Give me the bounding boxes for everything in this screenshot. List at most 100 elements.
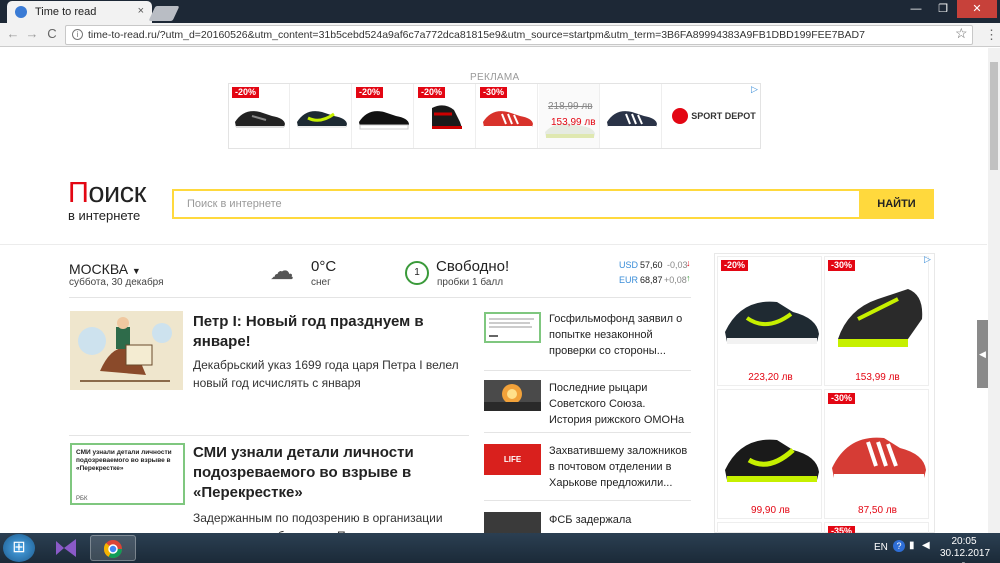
visual-studio-taskbar-icon[interactable] bbox=[46, 535, 86, 561]
address-bar[interactable]: time-to-read.ru/?utm_d=20160526&utm_cont… bbox=[65, 25, 973, 45]
city-name: МОСКВА bbox=[69, 261, 129, 277]
side-news-title[interactable]: Госфильмофонд заявил о попытке незаконно… bbox=[549, 311, 691, 359]
right-ad-block[interactable]: -20% 223,20 лв -30% 153,99 лв 99,90 лв -… bbox=[714, 253, 935, 537]
bookmark-star-icon[interactable]: ☆ bbox=[955, 25, 968, 42]
network-icon[interactable]: ▮ bbox=[909, 540, 915, 551]
current-date: суббота, 30 декабря bbox=[69, 277, 164, 288]
discount-badge: -20% bbox=[232, 87, 260, 98]
news-title[interactable]: СМИ узнали детали личности подозреваемог… bbox=[193, 443, 473, 503]
minimize-button[interactable]: — bbox=[903, 0, 929, 18]
ad-new-price: 153,99 лв bbox=[551, 117, 596, 128]
news-thumbnail[interactable] bbox=[484, 312, 541, 343]
volume-icon[interactable]: ◀ bbox=[922, 540, 930, 551]
ad-item[interactable]: -20% 223,20 лв bbox=[717, 256, 822, 386]
side-panel-handle[interactable]: ◀ bbox=[977, 320, 988, 388]
info-icon[interactable]: i bbox=[72, 29, 83, 40]
ad-item[interactable] bbox=[539, 84, 600, 148]
ad-item[interactable]: 99,90 лв bbox=[717, 389, 822, 519]
tab-title: Time to read bbox=[35, 6, 97, 18]
divider bbox=[69, 297, 691, 298]
news-thumbnail[interactable] bbox=[484, 512, 541, 533]
discount-badge: -20% bbox=[721, 260, 749, 271]
discount-badge: -30% bbox=[828, 393, 856, 404]
site-logo[interactable]: Поиск bbox=[68, 178, 146, 208]
ad-item[interactable]: -30% 153,99 лв bbox=[824, 256, 929, 386]
close-window-button[interactable]: ✕ bbox=[957, 0, 997, 18]
adchoices-icon[interactable]: ▷ bbox=[924, 254, 931, 265]
discount-badge: -30% bbox=[828, 260, 856, 271]
arrow-down-icon: ↓ bbox=[686, 258, 691, 268]
ad-item[interactable]: -20% bbox=[229, 84, 290, 148]
news-thumbnail[interactable] bbox=[484, 380, 541, 411]
shoe-image bbox=[838, 289, 923, 347]
site-logo-subtitle: в интернете bbox=[68, 208, 141, 223]
logo-rest: оиск bbox=[88, 177, 146, 209]
discount-badge: -20% bbox=[418, 87, 446, 98]
tab-close-icon[interactable]: × bbox=[138, 5, 144, 17]
ad-item[interactable]: -30% 87,50 лв bbox=[824, 389, 929, 519]
clock-date: 30.12.2017 г. bbox=[940, 548, 991, 563]
adchoices-icon[interactable]: ▷ bbox=[751, 84, 758, 95]
help-icon[interactable]: ? bbox=[893, 540, 905, 552]
tab-time-to-read[interactable]: Time to read × bbox=[7, 1, 152, 23]
brand-name: SPORT DEPOT bbox=[691, 111, 756, 121]
back-button[interactable]: ← bbox=[6, 26, 20, 42]
shoe-image bbox=[832, 437, 926, 480]
news-thumbnail[interactable]: LIFE bbox=[484, 444, 541, 475]
taskbar bbox=[0, 533, 1000, 563]
ad-old-price: 218,99 лв bbox=[548, 101, 593, 112]
ad-item[interactable] bbox=[601, 84, 662, 148]
currency-rate-usd: 57,60 bbox=[640, 260, 663, 270]
sport-depot-logo[interactable]: SPORT DEPOT bbox=[669, 84, 759, 148]
favicon-icon bbox=[15, 6, 27, 18]
side-news-title[interactable]: Последние рыцари Советского Союза. Истор… bbox=[549, 380, 691, 428]
divider bbox=[484, 500, 691, 501]
search-button[interactable]: НАЙТИ bbox=[859, 189, 934, 219]
maximize-button[interactable]: ❐ bbox=[930, 0, 956, 18]
fire-scene-image bbox=[484, 380, 541, 411]
divider bbox=[484, 432, 691, 433]
ad-item[interactable]: -20% bbox=[353, 84, 414, 148]
arrow-up-icon: ↑ bbox=[686, 273, 691, 283]
scrollbar-thumb[interactable] bbox=[990, 62, 998, 170]
shoe-image bbox=[725, 439, 819, 482]
divider bbox=[0, 244, 987, 245]
search-input[interactable]: Поиск в интернете bbox=[172, 189, 860, 219]
news-image-text: СМИ узнали детали личности подозреваемог… bbox=[76, 449, 172, 472]
system-clock[interactable]: 20:05 30.12.2017 г. bbox=[940, 536, 991, 563]
divider bbox=[69, 435, 469, 436]
document-thumbnail bbox=[489, 318, 534, 337]
shoe-image bbox=[483, 111, 533, 128]
chrome-taskbar-icon[interactable] bbox=[90, 535, 136, 561]
shoe-image bbox=[359, 111, 409, 130]
news-image[interactable] bbox=[70, 311, 183, 390]
side-news-title[interactable]: ФСБ задержала bbox=[549, 512, 691, 528]
news-image-source: РБК bbox=[76, 496, 88, 502]
ad-price: 153,99 лв bbox=[855, 372, 900, 383]
ad-item[interactable]: -30% bbox=[477, 84, 538, 148]
side-news-title[interactable]: Захватившему заложников в почтовом отдел… bbox=[549, 443, 691, 491]
ad-item[interactable] bbox=[291, 84, 352, 148]
currency-code-usd: USD bbox=[619, 260, 639, 270]
chevron-down-icon: ▼ bbox=[131, 266, 141, 276]
weather-description: снег bbox=[311, 277, 331, 288]
menu-icon[interactable]: ⋮ bbox=[985, 27, 998, 43]
news-description: Декабрьский указ 1699 года царя Петра I … bbox=[193, 358, 459, 390]
currency-change-eur: +0,08 bbox=[664, 275, 687, 285]
shoe-image bbox=[432, 105, 462, 129]
news-image[interactable]: СМИ узнали детали личности подозреваемог… bbox=[70, 443, 185, 505]
keyboard-language[interactable]: EN bbox=[874, 542, 888, 553]
currency-code-eur: EUR bbox=[619, 275, 639, 285]
news-title[interactable]: Петр I: Новый год празднуем в январе! bbox=[193, 312, 465, 352]
temperature: 0°C bbox=[311, 258, 337, 275]
reload-button[interactable]: C bbox=[45, 26, 59, 42]
divider bbox=[484, 370, 691, 371]
shoe-image bbox=[297, 111, 347, 128]
ad-item[interactable]: -20% bbox=[415, 84, 476, 148]
forward-button[interactable]: → bbox=[25, 26, 39, 42]
city-selector[interactable]: МОСКВА ▼ bbox=[69, 261, 141, 277]
ad-label: РЕКЛАМА bbox=[470, 72, 520, 83]
clock-time: 20:05 bbox=[951, 536, 977, 547]
traffic-status: Свободно! bbox=[436, 258, 510, 275]
windows-start-button[interactable]: ⊞ bbox=[3, 534, 35, 562]
